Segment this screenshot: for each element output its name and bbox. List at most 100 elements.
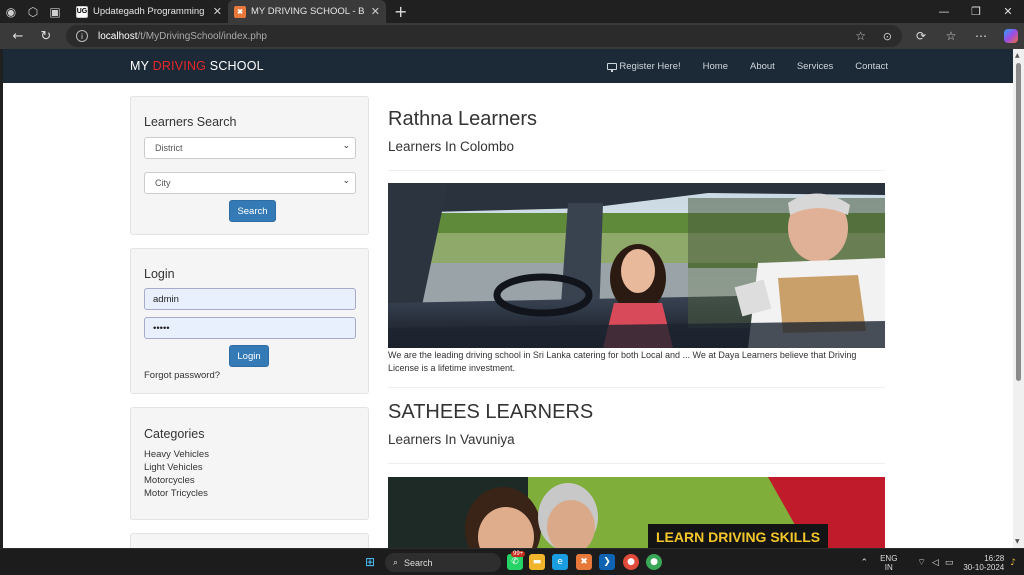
district-select[interactable]: District ⌄ xyxy=(144,137,356,159)
divider xyxy=(388,463,885,464)
brand-text: MY xyxy=(130,59,153,73)
copilot-icon[interactable] xyxy=(1004,29,1018,43)
tab-my-driving-school[interactable]: ✖ MY DRIVING SCHOOL - Book You ✕ xyxy=(228,0,386,23)
listing-description: We are the leading driving school in Sri… xyxy=(388,350,857,373)
chrome-profile-icon[interactable]: ● xyxy=(646,554,662,570)
panel-title: Login xyxy=(144,267,175,281)
chevron-up-icon[interactable]: ⌃ xyxy=(861,558,869,568)
address-bar-row: ← ↻ i localhost /t/MyDrivingSchool/index… xyxy=(0,23,1024,49)
tab-actions-icon[interactable]: ▣ xyxy=(44,1,66,23)
close-tab-icon[interactable]: ✕ xyxy=(371,5,380,18)
login-button[interactable]: Login xyxy=(229,345,269,367)
url-path: /t/MyDrivingSchool/index.php xyxy=(137,30,267,42)
restore-icon[interactable]: ❐ xyxy=(960,0,992,23)
profile-avatar-icon[interactable]: ◉ xyxy=(0,1,22,23)
extension-icon[interactable]: ⊙ xyxy=(883,30,892,43)
category-item[interactable]: Motorcycles xyxy=(144,474,209,487)
close-tab-icon[interactable]: ✕ xyxy=(213,5,222,18)
city-select[interactable]: City ⌄ xyxy=(144,172,356,194)
minimize-icon[interactable]: — xyxy=(928,0,960,23)
close-window-icon[interactable]: ✕ xyxy=(992,0,1024,23)
site-navbar: MY DRIVING SCHOOL Register Here! Home Ab… xyxy=(3,49,1013,83)
nav-services-link[interactable]: Services xyxy=(797,61,833,72)
browser-essentials-icon[interactable]: ⟳ xyxy=(906,29,936,43)
search-icon: ⌕ xyxy=(393,557,399,568)
favorite-star-icon[interactable]: ☆ xyxy=(855,29,866,43)
volume-icon[interactable]: ◁ xyxy=(932,558,939,568)
lang-code: ENG xyxy=(880,553,898,563)
updategadh-favicon-icon: UG xyxy=(76,5,88,18)
taskbar-search[interactable]: ⌕ Search xyxy=(385,553,501,572)
listing-name[interactable]: Rathna Learners xyxy=(388,108,537,131)
window-controls: — ❐ ✕ xyxy=(928,0,1024,23)
lang-region: IN xyxy=(884,562,893,572)
scroll-up-icon[interactable]: ▲ xyxy=(1015,52,1020,59)
page-scrollbar[interactable]: ▲ ▼ xyxy=(1013,49,1024,548)
vscode-icon[interactable]: ❯ xyxy=(599,554,615,570)
listing-name[interactable]: SATHEES LEARNERS xyxy=(388,401,593,424)
divider xyxy=(388,170,885,171)
language-indicator[interactable]: ENG IN xyxy=(880,554,897,572)
scroll-down-icon[interactable]: ▼ xyxy=(1015,538,1020,545)
search-label: Search xyxy=(404,557,433,568)
nav-link-label: Register Here! xyxy=(619,60,681,72)
username-input[interactable]: admin xyxy=(144,288,356,310)
notifications-bell-icon[interactable]: ♪ xyxy=(1010,558,1016,568)
listing-location: Learners In Colombo xyxy=(388,139,515,154)
tab-title: Updategadh Programming - Upd xyxy=(93,6,207,17)
tab-title: MY DRIVING SCHOOL - Book You xyxy=(251,6,365,17)
learners-search-panel: Learners Search District ⌄ City ⌄ Search xyxy=(130,96,369,235)
scrollbar-thumb[interactable] xyxy=(1016,63,1021,381)
start-windows-icon[interactable]: ⊞ xyxy=(362,554,378,570)
new-tab-icon[interactable]: + xyxy=(394,2,407,21)
site-brand[interactable]: MY DRIVING SCHOOL xyxy=(130,59,264,73)
battery-icon[interactable]: ▭ xyxy=(945,558,954,568)
chevron-down-icon: ⌄ xyxy=(342,176,350,186)
login-panel: Login admin ••••• Login Forgot password? xyxy=(130,248,369,394)
back-icon[interactable]: ← xyxy=(4,23,32,49)
edge-icon[interactable]: e xyxy=(552,554,568,570)
browser-toolbar-right: ⟳ ☆ ⋯ xyxy=(906,23,1018,49)
clock[interactable]: 16:28 30-10-2024 xyxy=(963,554,1004,572)
site-info-icon[interactable]: i xyxy=(76,30,88,42)
categories-list: Heavy Vehicles Light Vehicles Motorcycle… xyxy=(144,448,209,500)
file-explorer-icon[interactable]: ▬ xyxy=(529,554,545,570)
notification-badge: 99+ xyxy=(511,551,526,557)
next-panel xyxy=(130,533,369,548)
xampp-favicon-icon: ✖ xyxy=(234,5,246,18)
tab-updategadh[interactable]: UG Updategadh Programming - Upd ✕ xyxy=(70,0,228,23)
workspaces-icon[interactable]: ⬡ xyxy=(22,1,44,23)
divider xyxy=(388,387,885,388)
listing-photo xyxy=(388,183,885,348)
system-tray: ⌃ ENG IN ⌔ ◁ ▭ 16:28 30-10-2024 ♪ xyxy=(855,549,1016,575)
panel-title: Learners Search xyxy=(144,115,237,129)
browser-tab-bar: ◉ ⬡ ▣ UG Updategadh Programming - Upd ✕ … xyxy=(0,0,1024,23)
xampp-icon[interactable]: ✖ xyxy=(576,554,592,570)
favorites-icon[interactable]: ☆ xyxy=(936,29,966,43)
nav-links: Register Here! Home About Services Conta… xyxy=(585,49,888,83)
refresh-icon[interactable]: ↻ xyxy=(32,23,60,49)
wifi-icon[interactable]: ⌔ xyxy=(917,557,925,568)
select-value: City xyxy=(155,178,171,188)
category-item[interactable]: Motor Tricycles xyxy=(144,487,209,500)
chrome-icon[interactable]: ● xyxy=(623,554,639,570)
password-input[interactable]: ••••• xyxy=(144,317,356,339)
driving-lesson-image xyxy=(388,183,885,348)
panel-title: Categories xyxy=(144,427,205,441)
nav-about-link[interactable]: About xyxy=(750,61,775,72)
url-host: localhost xyxy=(98,30,138,42)
forgot-password-link[interactable]: Forgot password? xyxy=(144,370,220,381)
categories-panel: Categories Heavy Vehicles Light Vehicles… xyxy=(130,407,369,520)
nav-home-link[interactable]: Home xyxy=(703,61,728,72)
banner-text: LEARN DRIVING SKILLS xyxy=(656,529,821,545)
category-item[interactable]: Light Vehicles xyxy=(144,461,209,474)
url-input[interactable]: i localhost /t/MyDrivingSchool/index.php… xyxy=(66,25,902,47)
category-item[interactable]: Heavy Vehicles xyxy=(144,448,209,461)
search-button[interactable]: Search xyxy=(229,200,276,222)
nav-register-link[interactable]: Register Here! xyxy=(607,60,681,72)
windows-taskbar: ⊞ ⌕ Search ✆ 99+ ▬ e ✖ ❯ ● ● ⌃ ENG IN ⌔ … xyxy=(0,548,1024,575)
monitor-icon xyxy=(607,62,618,72)
more-options-icon[interactable]: ⋯ xyxy=(966,29,996,43)
nav-contact-link[interactable]: Contact xyxy=(855,61,888,72)
brand-text: SCHOOL xyxy=(206,59,264,73)
